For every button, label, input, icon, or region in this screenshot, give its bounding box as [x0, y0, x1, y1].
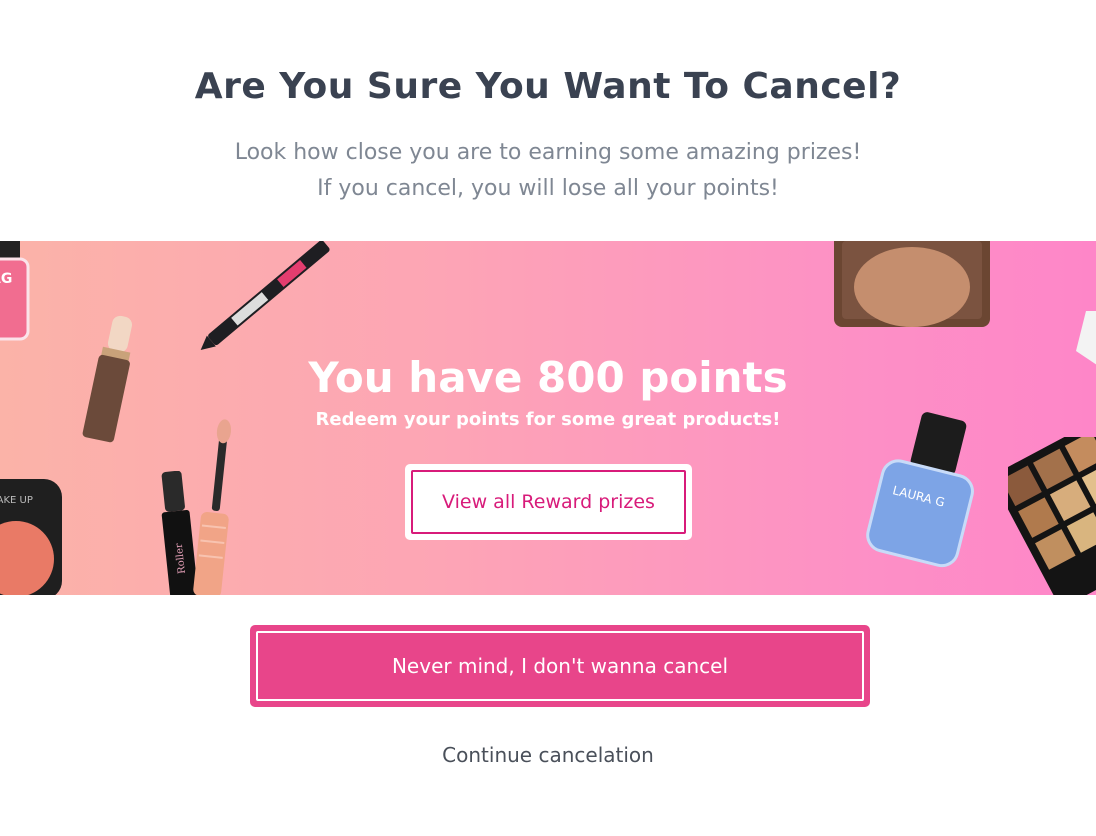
- lip-gloss-icon: [193, 419, 232, 595]
- points-title: You have 800 points: [308, 353, 788, 402]
- view-rewards-button-label: View all Reward prizes: [411, 470, 686, 534]
- svg-text:MAKE UP: MAKE UP: [0, 495, 33, 506]
- subtitle-line-1: Look how close you are to earning some a…: [234, 140, 862, 165]
- view-rewards-button[interactable]: View all Reward prizes: [405, 464, 692, 540]
- points-subtitle: Redeem your points for some great produc…: [315, 409, 781, 430]
- eyeliner-pen-icon: [200, 241, 330, 350]
- nail-polish-icon: AG: [0, 241, 30, 341]
- blue-nail-polish-icon: LAURA G: [866, 412, 974, 568]
- continue-cancelation-link[interactable]: Continue cancelation: [0, 743, 1096, 767]
- subtitle-line-2: If you cancel, you will lose all your po…: [317, 176, 779, 201]
- compact-powder-icon: MAKE UP: [0, 479, 62, 595]
- svg-text:AG: AG: [0, 271, 12, 287]
- points-banner: AG Roller: [0, 241, 1096, 595]
- never-mind-button-label: Never mind, I don't wanna cancel: [256, 631, 864, 701]
- eyeshadow-palette-icon: [1008, 437, 1096, 595]
- never-mind-button[interactable]: Never mind, I don't wanna cancel: [250, 625, 870, 707]
- page-title: Are You Sure You Want To Cancel?: [194, 66, 902, 107]
- bronzer-compact-icon: [834, 241, 990, 327]
